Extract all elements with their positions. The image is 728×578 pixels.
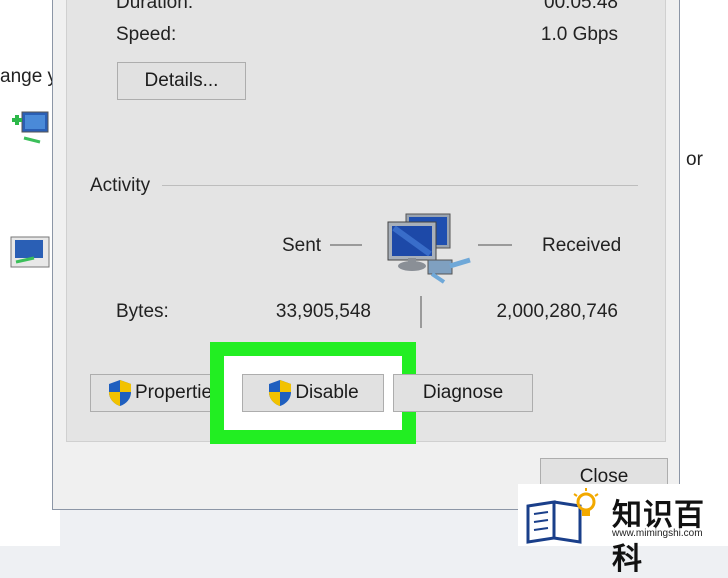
book-lightbulb-icon: [526, 488, 599, 544]
bytes-divider: [420, 296, 422, 328]
background-partial-text-right: or: [686, 149, 703, 170]
background-window-right: [680, 0, 728, 546]
properties-button-label: Properties: [135, 382, 222, 403]
speed-label: Speed:: [116, 24, 177, 45]
background-partial-text: ange y: [0, 66, 58, 87]
activity-separator: [162, 185, 638, 186]
speed-value: 1.0 Gbps: [540, 24, 618, 45]
received-label: Received: [542, 235, 622, 256]
diagnose-button-label: Diagnose: [422, 382, 504, 403]
bytes-sent-value: 33,905,548: [275, 301, 371, 322]
details-button-label: Details...: [144, 70, 219, 91]
received-dash: [478, 244, 512, 246]
diagnose-button[interactable]: Diagnose: [393, 374, 533, 412]
duration-value: 00:05:48: [544, 0, 618, 13]
admin-shield-icon: [269, 380, 292, 406]
disable-button[interactable]: Disable: [242, 374, 384, 412]
network-adapter-icon[interactable]: [10, 236, 50, 268]
sent-dash: [330, 244, 362, 246]
watermark-logo: 知识百科 www.mimingshi.com: [518, 484, 728, 576]
bytes-received-value: 2,000,280,746: [496, 301, 618, 322]
watermark-url: www.mimingshi.com: [612, 528, 703, 539]
details-button[interactable]: Details...: [117, 62, 246, 100]
sent-label: Sent: [282, 235, 322, 256]
duration-label: Duration:: [116, 0, 194, 13]
bytes-label: Bytes:: [116, 301, 169, 322]
add-network-icon[interactable]: [10, 108, 49, 144]
disable-button-label: Disable: [295, 382, 359, 403]
activity-group-label: Activity: [90, 175, 151, 196]
network-activity-icon: [384, 210, 476, 290]
admin-shield-icon: [109, 380, 131, 406]
